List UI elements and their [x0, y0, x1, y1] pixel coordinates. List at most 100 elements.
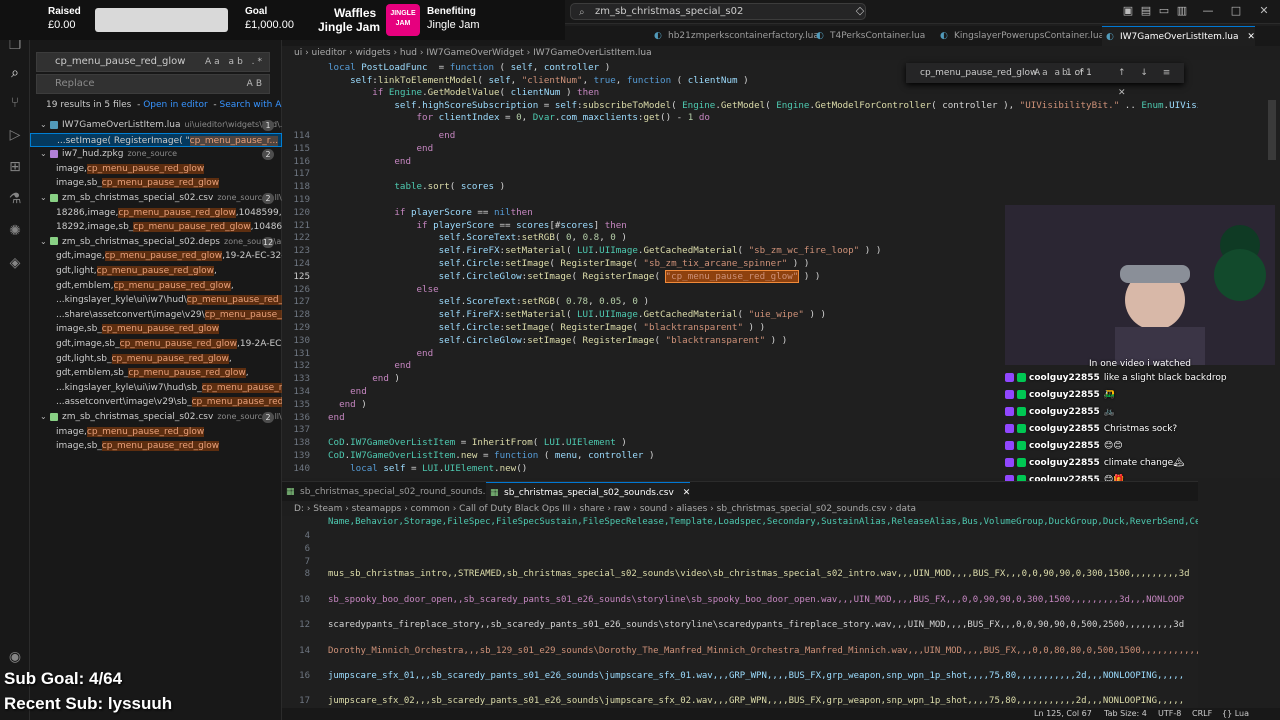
- code-token: setRGB: [521, 232, 555, 244]
- result-file[interactable]: ⌄ IW7GameOverListItem.lua ui\uieditor\widg…: [30, 118, 282, 133]
- result-match[interactable]: gdt,image,cp_menu_pause_red_glow,19-2A-E…: [30, 249, 282, 264]
- editor-tab[interactable]: ◐ IW7GameOverListItem.lua ✕: [1102, 26, 1255, 46]
- replace-options[interactable]: AB: [247, 75, 265, 93]
- source-control-icon[interactable]: ⑂: [6, 94, 24, 112]
- tab-size[interactable]: Tab Size: 4: [1104, 708, 1147, 720]
- code-token: table: [394, 181, 423, 193]
- csv-editor[interactable]: Name,Behavior,Storage,FileSpec,FileSpecS…: [282, 516, 1198, 720]
- open-in-editor-link[interactable]: Open in editor: [143, 100, 207, 110]
- csv-file-icon: ▦: [490, 488, 499, 498]
- chevron-down-icon[interactable]: ⌄: [40, 191, 50, 206]
- result-file[interactable]: ⌄ iw7_hud.zpkg zone_source 2: [30, 147, 282, 162]
- line-endings[interactable]: CRLF: [1192, 708, 1212, 720]
- breadcrumb[interactable]: ui › uieditor › widgets › hud › IW7GameO…: [294, 48, 652, 58]
- search-options[interactable]: Aa ab .*: [205, 53, 265, 71]
- editor-tab[interactable]: ◐ T4PerksContainer.lua: [812, 26, 925, 46]
- code-text: self.Circle:setImage( RegisterImage( "bl…: [328, 322, 766, 335]
- line-number: 119: [293, 194, 310, 205]
- tab-close-icon[interactable]: ✕: [1245, 32, 1255, 42]
- match-highlight: cp_menu_pause_red_glow: [118, 207, 236, 218]
- result-file-name: iw7_hud.zpkg: [62, 149, 124, 160]
- result-match[interactable]: ...setImage( RegisterImage( "cp_menu_pau…: [30, 132, 282, 148]
- minimize-icon[interactable]: —: [1200, 4, 1216, 17]
- tab-close-icon[interactable]: ✕: [680, 488, 691, 498]
- chevron-down-icon[interactable]: ⌄: [40, 118, 50, 133]
- toggle-panel-icon[interactable]: ▭: [1156, 4, 1172, 17]
- toggle-secondary-icon[interactable]: ▥: [1174, 4, 1190, 17]
- code-token: CoD: [328, 437, 345, 449]
- jingle-jam-logo: JINGLE JAM: [386, 4, 420, 36]
- result-match[interactable]: image,sb_cp_menu_pause_red_glow: [30, 322, 282, 337]
- code-token: menu: [554, 450, 578, 461]
- result-match[interactable]: ...share\assetconvert\image\v29\cp_menu_…: [30, 308, 282, 323]
- lua-file-icon: ◐: [1106, 32, 1114, 42]
- code-token: Circle: [466, 258, 500, 269]
- find-navigation[interactable]: ↑ ↓ ≡ ✕: [1118, 63, 1184, 103]
- line-number: 10: [299, 594, 310, 605]
- result-match[interactable]: gdt,light,cp_menu_pause_red_glow,: [30, 264, 282, 279]
- sub-badge-icon: [1005, 424, 1014, 433]
- command-center-search[interactable]: ⌕ zm_sb_christmas_special_s02: [570, 3, 866, 20]
- search-view-icon[interactable]: ⌕: [6, 64, 24, 82]
- result-match[interactable]: image,sb_cp_menu_pause_red_glow: [30, 439, 282, 454]
- result-match[interactable]: image,sb_cp_menu_pause_red_glow: [30, 176, 282, 191]
- result-match[interactable]: image,cp_menu_pause_red_glow: [30, 425, 282, 440]
- result-file[interactable]: ⌄ zm_sb_christmas_special_s02.csv zone_sou…: [30, 191, 282, 206]
- result-match[interactable]: gdt,light,sb_cp_menu_pause_red_glow,: [30, 352, 282, 367]
- replace-input[interactable]: Replace AB: [36, 74, 270, 94]
- code-token: end: [350, 386, 367, 397]
- editor-tab[interactable]: ◐ KingslayerPowerupsContainer.lua: [936, 26, 1104, 46]
- result-match[interactable]: gdt,image,sb_cp_menu_pause_red_glow,19-2…: [30, 337, 282, 352]
- result-match[interactable]: 18292,image,sb_cp_menu_pause_red_glow,10…: [30, 220, 282, 235]
- result-file-name: IW7GameOverListItem.lua: [62, 120, 181, 130]
- csv-tab[interactable]: ▦ sb_christmas_special_s02_round_sounds.c…: [282, 482, 500, 502]
- code-token: InheritFrom: [471, 437, 533, 449]
- layout-icon[interactable]: ▣: [1120, 4, 1136, 17]
- run-debug-icon[interactable]: ▷: [6, 126, 24, 144]
- file-icon: [50, 120, 58, 129]
- code-token: (: [549, 258, 561, 269]
- caption-text: In one video i watched: [1089, 359, 1191, 369]
- find-widget[interactable]: cp_menu_pause_red_glow Aa ab .* 1 of 1 ↑…: [906, 63, 1184, 98]
- testing-icon[interactable]: ⚗: [6, 190, 24, 208]
- csv-breadcrumb[interactable]: D: › Steam › steamapps › common › Call o…: [294, 504, 916, 514]
- csv-tab[interactable]: ▦ sb_christmas_special_s02_sounds.csv ✕: [486, 482, 691, 502]
- cursor-position[interactable]: Ln 125, Col 67: [1034, 708, 1092, 720]
- copilot-icon[interactable]: ◇: [852, 4, 868, 17]
- toggle-sidebar-icon[interactable]: ▤: [1138, 4, 1154, 17]
- search-with-ai-link[interactable]: Search with AI: [220, 100, 285, 110]
- result-match[interactable]: gdt,emblem,sb_cp_menu_pause_red_glow,: [30, 366, 282, 381]
- encoding[interactable]: UTF-8: [1158, 708, 1181, 720]
- python-icon[interactable]: ◈: [6, 254, 24, 272]
- close-window-icon[interactable]: ✕: [1256, 4, 1272, 17]
- account-icon[interactable]: ◉: [6, 648, 24, 666]
- result-match[interactable]: 18286,image,cp_menu_pause_red_glow,10485…: [30, 206, 282, 221]
- match-prefix: gdt,image,sb_: [56, 339, 120, 349]
- code-token: ): [599, 62, 611, 73]
- search-input[interactable]: cp_menu_pause_red_glow Aa ab .*: [36, 52, 270, 72]
- sub-badge-icon: [1005, 441, 1014, 450]
- code-text: self.ScoreText:setRGB( 0.78, 0.05, 0 ): [328, 296, 649, 309]
- code-text: self.FireFX:setMaterial( LUI.UIImage.Get…: [328, 245, 882, 258]
- chevron-down-icon[interactable]: ⌄: [40, 410, 50, 425]
- language-mode[interactable]: {} Lua: [1222, 708, 1249, 720]
- openai-icon[interactable]: ✺: [6, 222, 24, 240]
- editor-tab[interactable]: ◐ hb21zmperkscontainerfactory.lua: [650, 26, 819, 46]
- result-match[interactable]: gdt,emblem,cp_menu_pause_red_glow,: [30, 279, 282, 294]
- result-match[interactable]: image,cp_menu_pause_red_glow: [30, 162, 282, 177]
- extensions-icon[interactable]: ⊞: [6, 158, 24, 176]
- chevron-down-icon[interactable]: ⌄: [40, 235, 50, 250]
- code-text: end: [328, 143, 434, 156]
- result-file[interactable]: ⌄ zm_sb_christmas_special_s02.deps zone_so…: [30, 235, 282, 250]
- code-token: else: [416, 283, 439, 295]
- maximize-icon[interactable]: □: [1228, 4, 1244, 17]
- result-match[interactable]: ...kingslayer_kyle\ui\iw7\hud\cp_menu_pa…: [30, 293, 282, 308]
- result-match[interactable]: ...assetconvert\image\v29\sb_cp_menu_pau…: [30, 395, 282, 410]
- chat-username: coolguy22855: [1029, 424, 1100, 434]
- find-query[interactable]: cp_menu_pause_red_glow: [920, 68, 1037, 78]
- result-file[interactable]: ⌄ zm_sb_christmas_special_s02.csv zone_sou…: [30, 410, 282, 425]
- result-match[interactable]: ...kingslayer_kyle\ui\iw7\hud\sb_cp_menu…: [30, 381, 282, 396]
- chevron-down-icon[interactable]: ⌄: [40, 147, 50, 162]
- line-number: 118: [293, 181, 310, 193]
